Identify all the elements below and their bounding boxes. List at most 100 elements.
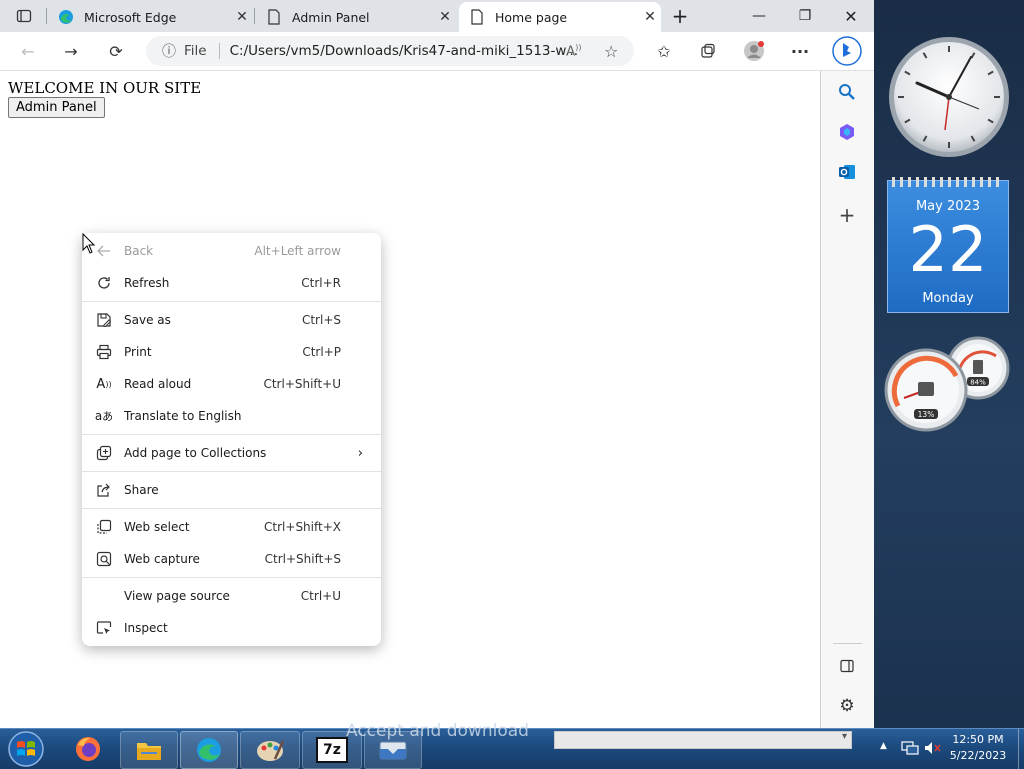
7zip-taskbar-icon[interactable]: 7z xyxy=(302,731,362,769)
menu-item-label: Read aloud xyxy=(124,377,192,391)
menu-item-label: Refresh xyxy=(124,276,170,290)
edge-sidebar: + ⚙ xyxy=(821,71,874,728)
print-icon xyxy=(94,342,114,362)
minimize-button[interactable]: — xyxy=(736,0,782,32)
page-icon xyxy=(266,9,282,25)
address-divider xyxy=(218,43,220,59)
tab-actions-icon[interactable] xyxy=(10,2,38,30)
menu-separator xyxy=(82,301,381,302)
paint-taskbar-icon[interactable] xyxy=(240,731,300,769)
browser-toolbar: ← → ⟳ ⓘ File C:/Users/vm5/Downloads/Kris… xyxy=(0,32,874,71)
microsoft-365-icon[interactable] xyxy=(834,119,860,145)
close-tab-icon[interactable]: ✕ xyxy=(639,9,661,25)
menu-item-view-page-source[interactable]: View page source Ctrl+U xyxy=(82,580,381,612)
menu-item-read-aloud[interactable]: A)) Read aloud Ctrl+Shift+U xyxy=(82,368,381,400)
volume-muted-icon[interactable] xyxy=(923,740,941,756)
scroll-down-arrow-icon[interactable]: ▾ xyxy=(842,731,847,742)
save-as-icon xyxy=(94,310,114,330)
collections-icon[interactable] xyxy=(694,37,722,65)
menu-separator xyxy=(82,471,381,472)
menu-item-refresh[interactable]: Refresh Ctrl+R xyxy=(82,267,381,299)
web-select-icon xyxy=(94,517,114,537)
installer-taskbar-icon[interactable] xyxy=(364,731,422,769)
calendar-binding xyxy=(892,177,1004,187)
menu-item-print[interactable]: Print Ctrl+P xyxy=(82,336,381,368)
menu-item-translate[interactable]: aあ Translate to English xyxy=(82,400,381,432)
close-tab-icon[interactable]: ✕ xyxy=(231,9,253,25)
add-favorite-icon[interactable]: ☆ xyxy=(604,42,618,61)
tab-admin-panel[interactable]: Admin Panel ✕ xyxy=(256,2,456,32)
cpu-usage-text: 13% xyxy=(918,410,935,419)
menu-separator xyxy=(82,434,381,435)
menu-item-inspect[interactable]: Inspect xyxy=(82,612,381,644)
firefox-taskbar-icon[interactable] xyxy=(66,731,110,767)
menu-item-label: View page source xyxy=(124,589,230,603)
cpu-meter-gadget[interactable]: 84% 13% xyxy=(884,336,1014,432)
read-aloud-icon[interactable]: A)) xyxy=(566,43,582,60)
page-icon xyxy=(469,9,485,25)
profile-avatar[interactable] xyxy=(740,37,768,65)
info-icon[interactable]: ⓘ xyxy=(162,41,176,61)
close-window-button[interactable]: ✕ xyxy=(828,0,874,32)
refresh-icon[interactable]: ⟳ xyxy=(102,37,130,65)
page-heading: WELCOME IN OUR SITE xyxy=(8,79,202,97)
url-text: C:/Users/vm5/Downloads/Kris47-and-miki_1… xyxy=(229,43,579,59)
refresh-icon xyxy=(94,273,114,293)
close-tab-icon[interactable]: ✕ xyxy=(434,9,456,25)
add-sidebar-app-icon[interactable]: + xyxy=(834,202,860,228)
tab-home-page[interactable]: Home page ✕ xyxy=(459,2,661,32)
menu-item-back[interactable]: Back Alt+Left arrow xyxy=(82,235,381,267)
network-icon[interactable] xyxy=(901,740,919,756)
show-desktop-button[interactable] xyxy=(1018,729,1024,769)
menu-item-web-select[interactable]: Web select Ctrl+Shift+X xyxy=(82,511,381,543)
file-explorer-taskbar-icon[interactable] xyxy=(120,731,178,769)
outlook-icon[interactable] xyxy=(834,159,860,185)
menu-item-save-as[interactable]: Save as Ctrl+S xyxy=(82,304,381,336)
new-tab-button[interactable]: + xyxy=(664,0,696,32)
windows-taskbar: Accept and download ▾ 7z ▲ 12:50 PM 5/22… xyxy=(0,721,1024,769)
clock-gadget[interactable] xyxy=(887,35,1011,159)
settings-more-icon[interactable]: ··· xyxy=(786,37,814,65)
edge-icon xyxy=(58,9,74,25)
menu-item-label: Add page to Collections xyxy=(124,446,267,460)
hide-sidebar-icon[interactable] xyxy=(834,653,860,679)
memory-usage-text: 84% xyxy=(970,379,986,387)
menu-item-web-capture[interactable]: Web capture Ctrl+Shift+S xyxy=(82,543,381,575)
tab-microsoft-edge[interactable]: Microsoft Edge ✕ xyxy=(48,2,253,32)
menu-item-add-to-collections[interactable]: Add page to Collections › xyxy=(82,437,381,469)
start-button[interactable] xyxy=(2,730,50,768)
admin-panel-button[interactable]: Admin Panel xyxy=(8,97,105,118)
scheme-label: File xyxy=(184,43,207,59)
menu-item-share[interactable]: Share xyxy=(82,474,381,506)
translate-icon: aあ xyxy=(94,409,114,423)
menu-separator xyxy=(82,508,381,509)
calendar-gadget[interactable]: May 2023 22 Monday xyxy=(887,177,1009,313)
menu-item-label: Save as xyxy=(124,313,171,327)
menu-item-shortcut: Ctrl+Shift+S xyxy=(264,552,341,566)
calendar-month: May 2023 xyxy=(915,199,981,214)
menu-item-label: Web select xyxy=(124,520,190,534)
edge-taskbar-icon[interactable] xyxy=(180,731,238,769)
customize-sidebar-gear-icon[interactable]: ⚙ xyxy=(834,693,860,719)
menu-separator xyxy=(82,577,381,578)
back-arrow-icon xyxy=(94,241,114,261)
share-icon xyxy=(94,480,114,500)
restore-button[interactable]: ❐ xyxy=(782,0,828,32)
search-icon[interactable] xyxy=(834,79,860,105)
tab-label: Admin Panel xyxy=(292,9,370,25)
context-menu: Back Alt+Left arrow Refresh Ctrl+R Save … xyxy=(82,233,381,646)
tab-separator xyxy=(46,8,47,24)
menu-item-shortcut: Ctrl+P xyxy=(302,345,341,359)
address-bar[interactable]: ⓘ File C:/Users/vm5/Downloads/Kris47-and… xyxy=(146,36,634,66)
bing-copilot-icon[interactable] xyxy=(831,35,863,67)
show-hidden-icons-icon[interactable]: ▲ xyxy=(880,741,887,751)
read-aloud-icon: A)) xyxy=(96,376,112,392)
forward-arrow-icon[interactable]: → xyxy=(57,37,85,65)
menu-item-label: Translate to English xyxy=(124,409,242,423)
taskbar-date: 5/22/2023 xyxy=(949,749,1007,762)
taskbar-clock[interactable]: 12:50 PM 5/22/2023 xyxy=(940,732,1016,764)
web-capture-icon xyxy=(94,549,114,569)
favorites-icon[interactable]: ✩ xyxy=(650,37,678,65)
horizontal-scrollbar[interactable]: ▾ xyxy=(554,731,852,749)
back-arrow-icon[interactable]: ← xyxy=(14,37,42,65)
